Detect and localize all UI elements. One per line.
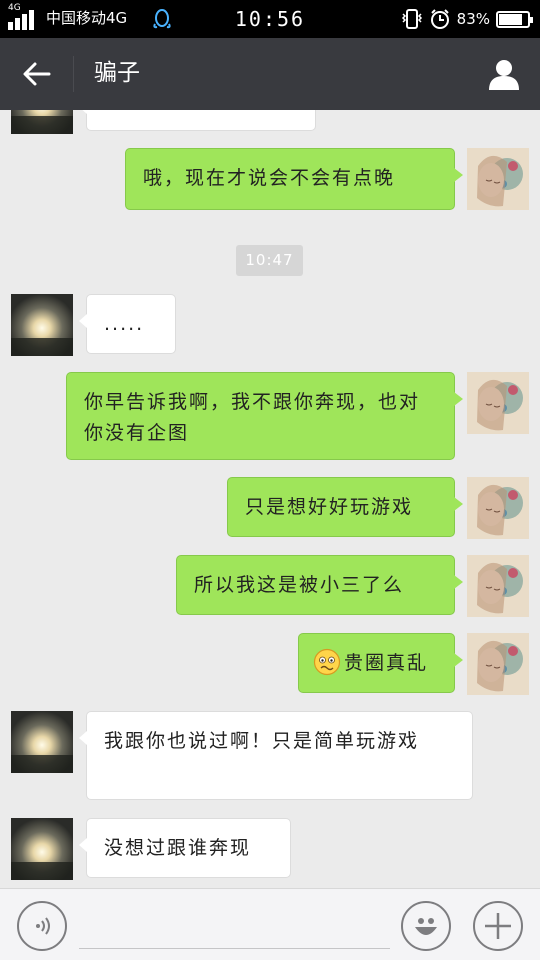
message-bubble-outgoing[interactable]: 哦，现在才说会不会有点晚 [125,148,463,210]
more-options-button[interactable] [473,901,523,951]
message-text: 只是想好好玩游戏 [245,496,414,518]
status-bar: 4G 中国移动4G 10:56 83% [0,0,540,38]
message-text: ..... [104,313,145,335]
message-text: 没想过跟谁奔现 [104,837,252,859]
my-avatar[interactable] [467,633,529,695]
person-icon [489,60,519,90]
arrow-left-icon [23,62,51,86]
battery-icon [496,10,533,28]
chat-info-button[interactable] [480,50,528,98]
emoji-button[interactable] [401,901,451,951]
message-list[interactable]: 哦，现在才说会不会有点晚 10:47 ..... 你早告诉我啊，我不跟你奔现，也… [0,110,540,888]
confused-face-emoji-icon [313,648,341,676]
contact-avatar[interactable] [11,711,73,773]
contact-avatar[interactable] [11,110,73,134]
contact-avatar[interactable] [11,294,73,356]
voice-input-button[interactable] [17,901,67,951]
message-input[interactable] [79,901,390,949]
contact-avatar[interactable] [11,818,73,880]
my-avatar[interactable] [467,555,529,617]
message-timestamp: 10:47 [236,245,303,276]
message-bubble-outgoing[interactable]: 你早告诉我啊，我不跟你奔现，也对你没有企图 [66,372,463,460]
smiley-icon [415,918,437,935]
back-button[interactable] [10,48,64,100]
plus-icon [485,913,511,939]
battery-percent: 83% [456,10,490,28]
message-bubble-outgoing[interactable]: 贵圈真乱 [298,633,463,693]
vibrate-icon [401,9,422,29]
message-bubble-incoming[interactable]: ..... [79,294,176,354]
alarm-icon [430,9,449,29]
voice-icon [36,917,50,935]
message-bubble-incoming-partial[interactable] [79,110,316,131]
message-bubble-outgoing[interactable]: 只是想好好玩游戏 [227,477,463,537]
message-bubble-incoming[interactable]: 我跟你也说过啊！只是简单玩游戏 [79,711,473,800]
message-text: 贵圈真乱 [344,652,429,674]
my-avatar[interactable] [467,477,529,539]
message-text: 你早告诉我啊，我不跟你奔现，也对你没有企图 [84,391,421,444]
header-divider [73,56,74,92]
message-bubble-incoming[interactable]: 没想过跟谁奔现 [79,818,291,878]
message-text: 所以我这是被小三了么 [194,574,405,596]
message-bubble-outgoing[interactable]: 所以我这是被小三了么 [176,555,463,615]
contact-name: 骗子 [94,60,140,86]
message-text: 哦，现在才说会不会有点晚 [143,167,396,189]
input-bar [0,888,540,960]
my-avatar[interactable] [467,372,529,434]
chat-header: 骗子 [0,38,540,110]
message-text: 我跟你也说过啊！只是简单玩游戏 [104,730,420,752]
my-avatar[interactable] [467,148,529,210]
